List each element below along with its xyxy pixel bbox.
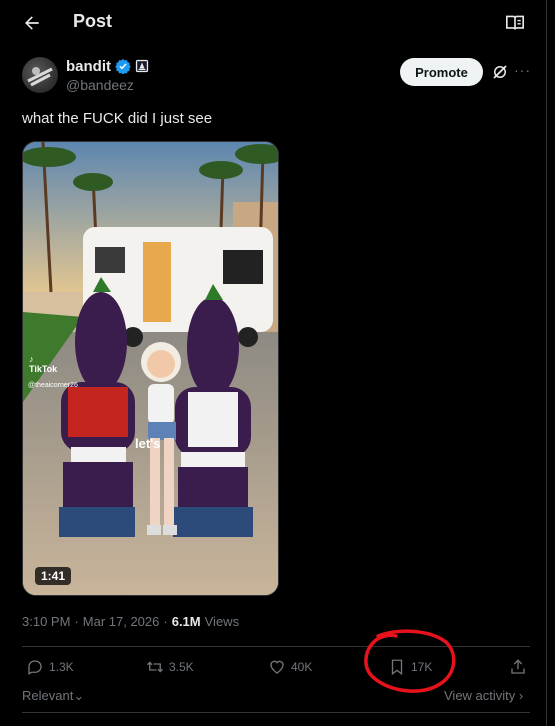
post-date[interactable]: Mar 17, 2026	[83, 614, 160, 629]
like-count: 40K	[291, 660, 313, 674]
view-activity-link[interactable]: View activity ›	[444, 688, 523, 703]
chevron-right-icon: ›	[515, 688, 524, 703]
promote-button[interactable]: Promote	[400, 58, 483, 86]
author-name-row: bandit	[66, 57, 149, 75]
back-arrow-icon[interactable]	[22, 13, 42, 33]
share-button[interactable]	[509, 658, 527, 676]
views-label: Views	[204, 614, 240, 629]
reply-count: 1.3K	[49, 660, 74, 674]
post-time[interactable]: 3:10 PM	[22, 614, 70, 629]
reply-icon	[28, 660, 42, 675]
tweet-video[interactable]: let's ♪ TikTok @theaicorner26 1:41	[22, 141, 279, 596]
share-icon	[511, 659, 525, 674]
meta-separator: ·	[74, 614, 79, 629]
bookmark-icon	[391, 659, 403, 676]
view-activity-label: View activity	[444, 688, 516, 703]
reply-button[interactable]: 1.3K	[26, 658, 74, 676]
repost-icon	[147, 661, 163, 673]
chevron-down-icon: ⌄	[73, 688, 85, 703]
tiktok-watermark-handle: @theaicorner26	[28, 382, 78, 389]
heart-icon	[270, 660, 284, 674]
avatar[interactable]	[22, 57, 58, 93]
post-view: Post bandit @bandeez Promote ··· what th…	[0, 0, 547, 726]
divider	[22, 646, 530, 647]
author-handle[interactable]: @bandeez	[66, 77, 134, 93]
top-bar: Post	[0, 0, 547, 46]
affiliate-badge-icon[interactable]	[135, 59, 149, 73]
views-count: 6.1M	[171, 614, 201, 629]
bookmark-count: 17K	[411, 660, 433, 674]
tweet-text: what the FUCK did I just see	[22, 110, 213, 127]
video-duration: 1:41	[35, 567, 72, 585]
tiktok-logo-icon: ♪	[29, 354, 34, 364]
repost-count: 3.5K	[169, 660, 194, 674]
tiktok-watermark: ♪ TikTok	[29, 354, 57, 374]
sort-label: Relevant	[22, 688, 74, 703]
author-display-name[interactable]: bandit	[66, 58, 111, 75]
like-button[interactable]: 40K	[268, 658, 312, 676]
video-thumbnail: let's	[23, 142, 278, 595]
more-options-icon[interactable]: ···	[514, 62, 531, 78]
meta-separator: ·	[163, 614, 168, 629]
repost-button[interactable]: 3.5K	[146, 658, 194, 676]
tiktok-watermark-text: TikTok	[29, 364, 58, 374]
post-meta: 3:10 PM · Mar 17, 2026 · 6.1M Views	[22, 614, 239, 629]
divider	[22, 712, 530, 713]
page-title: Post	[73, 11, 113, 31]
sort-relevant-dropdown[interactable]: Relevant⌄	[22, 688, 84, 704]
verified-badge-icon[interactable]	[115, 58, 131, 74]
video-caption: let's	[135, 436, 161, 451]
reader-mode-icon[interactable]	[505, 14, 525, 32]
bookmark-button[interactable]: 17K	[388, 658, 432, 676]
grok-icon[interactable]	[491, 63, 509, 81]
